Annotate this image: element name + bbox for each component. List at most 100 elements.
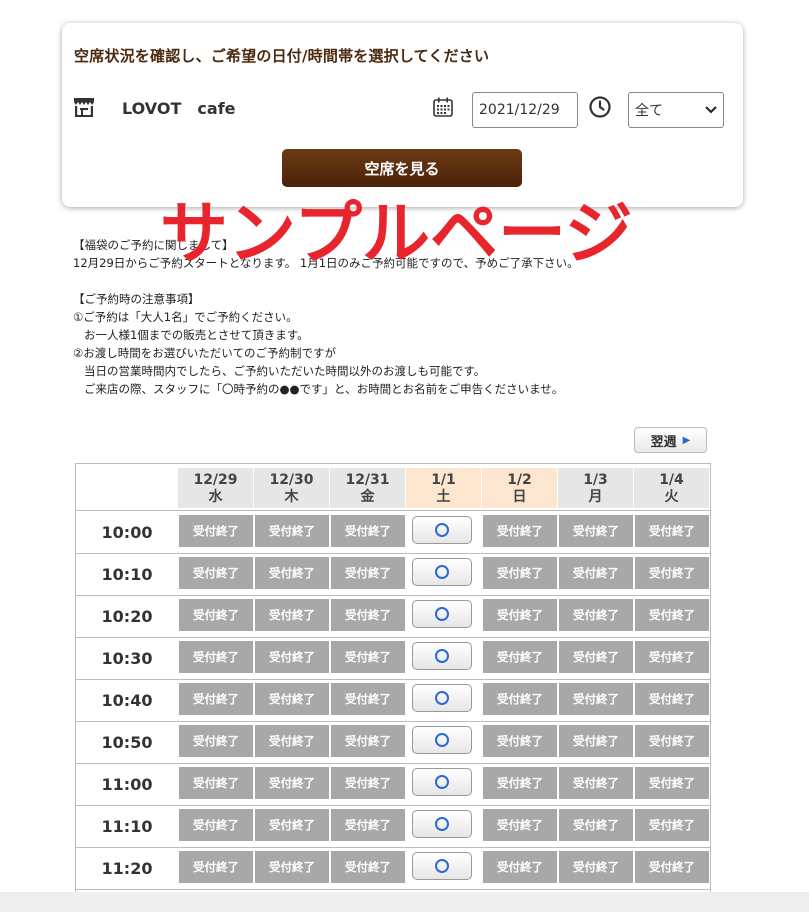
slot-closed: 受付終了 bbox=[635, 599, 709, 631]
date-header-row: 12/29 水 12/30 木 12/31 金 1/1 土 1/2 日 1/3 月 1/4 火 bbox=[76, 464, 710, 511]
time-slot-row: 10:50 受付終了 受付終了 受付終了 受付終了 受付終了 受付終了 bbox=[76, 721, 710, 764]
time-label: 10:00 bbox=[101, 522, 153, 542]
slot-cell bbox=[407, 809, 481, 841]
slot-closed: 受付終了 bbox=[331, 599, 405, 631]
notice-line: お一人様1個までの販売とさせて頂きます。 bbox=[73, 328, 309, 342]
slot-available-button[interactable] bbox=[412, 558, 472, 586]
slot-cell bbox=[407, 557, 481, 589]
slot-available-button[interactable] bbox=[412, 600, 472, 628]
time-slot-row: 10:20 受付終了 受付終了 受付終了 受付終了 受付終了 受付終了 bbox=[76, 595, 710, 638]
available-circle-icon bbox=[435, 565, 449, 579]
time-select[interactable]: 全て bbox=[628, 92, 724, 128]
slot-cell bbox=[407, 851, 481, 883]
slot-closed: 受付終了 bbox=[635, 725, 709, 757]
slot-closed: 受付終了 bbox=[255, 725, 329, 757]
slot-closed: 受付終了 bbox=[483, 851, 557, 883]
day-weekday: 月 bbox=[588, 489, 603, 505]
calendar-icon[interactable] bbox=[432, 96, 454, 118]
day-header: 1/4 火 bbox=[634, 468, 709, 508]
slot-closed: 受付終了 bbox=[179, 725, 253, 757]
time-select-value: 全て bbox=[635, 103, 663, 119]
play-arrow-icon: ▶ bbox=[682, 434, 691, 446]
slot-closed: 受付終了 bbox=[559, 851, 633, 883]
slot-closed: 受付終了 bbox=[255, 683, 329, 715]
reservation-grid: 12/29 水 12/30 木 12/31 金 1/1 土 1/2 日 1/3 月 1/4 火 10:00… bbox=[75, 463, 711, 904]
time-slot-row: 11:20 受付終了 受付終了 受付終了 受付終了 受付終了 受付終了 bbox=[76, 847, 710, 890]
slot-cell bbox=[407, 683, 481, 715]
day-header: 12/30 木 bbox=[254, 468, 329, 508]
slot-closed: 受付終了 bbox=[559, 515, 633, 547]
slot-closed: 受付終了 bbox=[559, 641, 633, 673]
available-circle-icon bbox=[435, 817, 449, 831]
time-label: 10:50 bbox=[101, 732, 153, 752]
slot-closed: 受付終了 bbox=[331, 557, 405, 589]
slot-closed: 受付終了 bbox=[635, 851, 709, 883]
slot-cell bbox=[407, 599, 481, 631]
slot-closed: 受付終了 bbox=[255, 557, 329, 589]
slot-cell bbox=[407, 767, 481, 799]
slot-cell bbox=[407, 725, 481, 757]
slot-closed: 受付終了 bbox=[635, 683, 709, 715]
slot-available-button[interactable] bbox=[412, 726, 472, 754]
next-week-label: 翌週 bbox=[650, 434, 677, 450]
slot-closed: 受付終了 bbox=[255, 767, 329, 799]
day-header: 1/2 日 bbox=[482, 468, 557, 508]
slot-closed: 受付終了 bbox=[331, 851, 405, 883]
day-weekday: 火 bbox=[664, 489, 679, 505]
day-date: 12/29 bbox=[193, 472, 238, 488]
slot-closed: 受付終了 bbox=[559, 557, 633, 589]
notice-line: ①ご予約は「大人1名」でご予約ください。 bbox=[73, 310, 298, 324]
slot-closed: 受付終了 bbox=[255, 641, 329, 673]
slot-closed: 受付終了 bbox=[179, 599, 253, 631]
slot-closed: 受付終了 bbox=[559, 809, 633, 841]
time-label: 10:40 bbox=[101, 690, 153, 710]
day-weekday: 水 bbox=[208, 489, 223, 505]
slot-available-button[interactable] bbox=[412, 810, 472, 838]
slot-closed: 受付終了 bbox=[635, 515, 709, 547]
time-slot-row: 10:10 受付終了 受付終了 受付終了 受付終了 受付終了 受付終了 bbox=[76, 553, 710, 596]
slot-closed: 受付終了 bbox=[483, 725, 557, 757]
slot-available-button[interactable] bbox=[412, 642, 472, 670]
slot-closed: 受付終了 bbox=[483, 641, 557, 673]
time-label: 11:00 bbox=[101, 774, 153, 794]
slot-closed: 受付終了 bbox=[483, 767, 557, 799]
slot-cell bbox=[407, 641, 481, 673]
slot-closed: 受付終了 bbox=[331, 767, 405, 799]
day-date: 12/30 bbox=[269, 472, 314, 488]
day-header: 12/29 水 bbox=[178, 468, 253, 508]
time-slot-row: 10:30 受付終了 受付終了 受付終了 受付終了 受付終了 受付終了 bbox=[76, 637, 710, 680]
slot-closed: 受付終了 bbox=[483, 683, 557, 715]
slot-available-button[interactable] bbox=[412, 684, 472, 712]
slot-closed: 受付終了 bbox=[331, 641, 405, 673]
available-circle-icon bbox=[435, 523, 449, 537]
time-slot-row: 11:00 受付終了 受付終了 受付終了 受付終了 受付終了 受付終了 bbox=[76, 763, 710, 806]
next-week-button[interactable]: 翌週 ▶ bbox=[634, 427, 707, 453]
slot-closed: 受付終了 bbox=[559, 683, 633, 715]
time-label: 10:20 bbox=[101, 606, 153, 626]
slot-available-button[interactable] bbox=[412, 852, 472, 880]
slot-available-button[interactable] bbox=[412, 768, 472, 796]
time-label: 11:10 bbox=[101, 816, 153, 836]
slot-closed: 受付終了 bbox=[559, 599, 633, 631]
slot-closed: 受付終了 bbox=[179, 767, 253, 799]
day-weekday: 日 bbox=[512, 489, 527, 505]
day-date: 1/3 bbox=[583, 472, 608, 488]
notice-line: 【ご予約時の注意事項】 bbox=[73, 292, 200, 306]
clock-icon bbox=[589, 96, 611, 118]
notice-line: 当日の営業時間内でしたら、ご予約いただいた時間以外のお渡しも可能です。 bbox=[73, 364, 486, 378]
slot-closed: 受付終了 bbox=[179, 851, 253, 883]
date-input[interactable] bbox=[472, 92, 578, 128]
available-circle-icon bbox=[435, 691, 449, 705]
day-date: 1/2 bbox=[507, 472, 532, 488]
sample-page-watermark: サンプルページ bbox=[160, 195, 633, 274]
day-header: 1/1 土 bbox=[406, 468, 481, 508]
slot-closed: 受付終了 bbox=[635, 557, 709, 589]
slot-closed: 受付終了 bbox=[255, 599, 329, 631]
slot-closed: 受付終了 bbox=[483, 599, 557, 631]
footer-bar bbox=[0, 892, 809, 912]
time-label: 11:20 bbox=[101, 858, 153, 878]
available-circle-icon bbox=[435, 775, 449, 789]
available-circle-icon bbox=[435, 733, 449, 747]
slot-available-button[interactable] bbox=[412, 516, 472, 544]
available-circle-icon bbox=[435, 649, 449, 663]
